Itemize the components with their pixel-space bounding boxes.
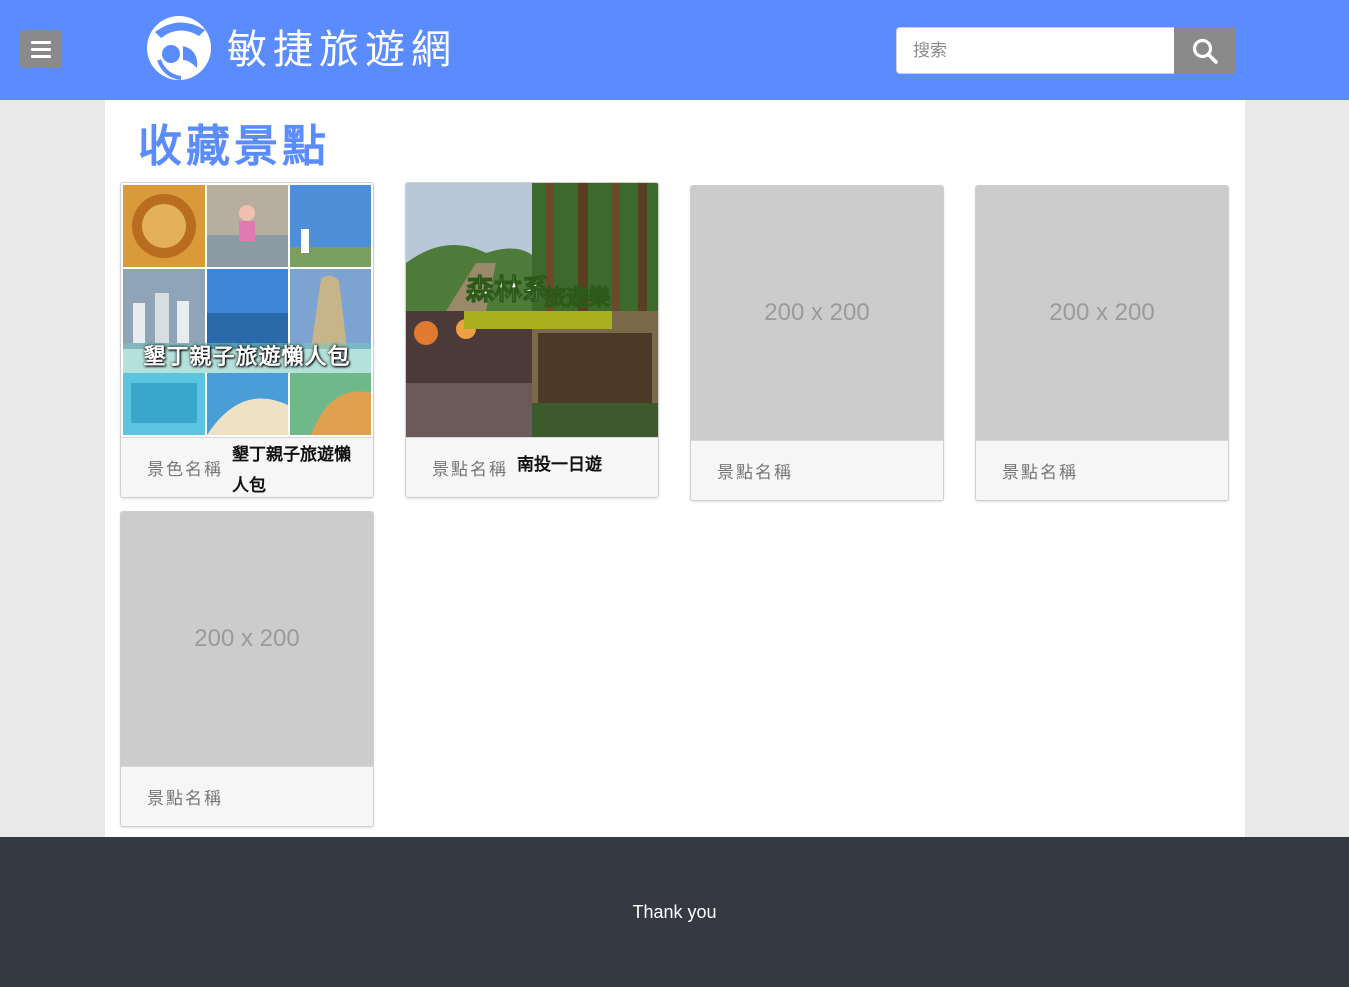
attraction-card[interactable]: 森林系 旅遊樂 景點名稱 南投一日遊 [405,182,659,498]
attraction-name-label: 景點名稱 [1002,463,1078,483]
attraction-name-label: 景點名稱 [147,789,223,809]
attraction-image[interactable]: 200 x 200 [691,186,943,440]
attraction-name-label: 景點名稱 [432,460,508,480]
site-header: 敏捷旅遊網 [0,0,1349,100]
site-footer: Thank you [0,837,1349,987]
nantou-image: 森林系 旅遊樂 [406,183,658,437]
card-footer: 景色名稱 墾丁親子旅遊懶人包 [121,437,373,497]
attraction-card[interactable]: 200 x 200 景點名稱 [690,185,944,501]
hamburger-icon-bar [31,47,51,51]
page-title: 收藏景點 [138,121,330,172]
attraction-name-label: 景色名稱 [147,460,223,480]
footer-text: Thank you [632,901,717,922]
image-caption: 墾丁親子旅遊懶人包 [123,343,371,373]
hamburger-icon-bar [31,54,51,58]
site-logo[interactable]: 敏捷旅遊網 [141,9,457,83]
main-content: 收藏景點 墾丁親子旅遊懶人包 景色名稱 墾丁親子旅遊懶人包 森林系 旅遊樂 景點… [105,100,1245,837]
attraction-image[interactable]: 200 x 200 [976,186,1228,440]
image-placeholder-text: 200 x 200 [194,625,300,652]
image-caption-text: 森林系 [466,273,550,306]
logo-mark-icon [147,16,211,80]
attraction-name-label: 景點名稱 [717,463,793,483]
magnifier-icon [1192,38,1218,64]
image-placeholder-text: 200 x 200 [764,299,870,326]
attraction-image[interactable]: 200 x 200 [121,512,373,766]
search-bar [896,27,1236,74]
attraction-card[interactable]: 200 x 200 景點名稱 [975,185,1229,501]
attraction-name[interactable]: 墾丁親子旅遊懶人包 [232,440,362,497]
search-button[interactable] [1174,27,1236,74]
search-input[interactable] [896,27,1174,74]
attraction-image[interactable]: 墾丁親子旅遊懶人包 [121,183,373,437]
card-footer: 景點名稱 南投一日遊 [406,437,658,497]
menu-button[interactable] [20,30,62,68]
image-caption-text-2: 旅遊樂 [544,285,611,311]
logo-text: 敏捷旅遊網 [227,27,457,73]
attraction-card[interactable]: 墾丁親子旅遊懶人包 景色名稱 墾丁親子旅遊懶人包 [120,182,374,498]
image-placeholder-text: 200 x 200 [1049,299,1155,326]
hamburger-icon-bar [31,40,51,44]
attraction-image[interactable]: 森林系 旅遊樂 [406,183,658,437]
card-footer: 景點名稱 [976,440,1228,500]
card-footer: 景點名稱 [691,440,943,500]
card-footer: 景點名稱 [121,766,373,826]
attraction-card[interactable]: 200 x 200 景點名稱 [120,511,374,827]
collage-image [121,183,373,437]
attraction-name[interactable]: 南投一日遊 [517,450,647,481]
